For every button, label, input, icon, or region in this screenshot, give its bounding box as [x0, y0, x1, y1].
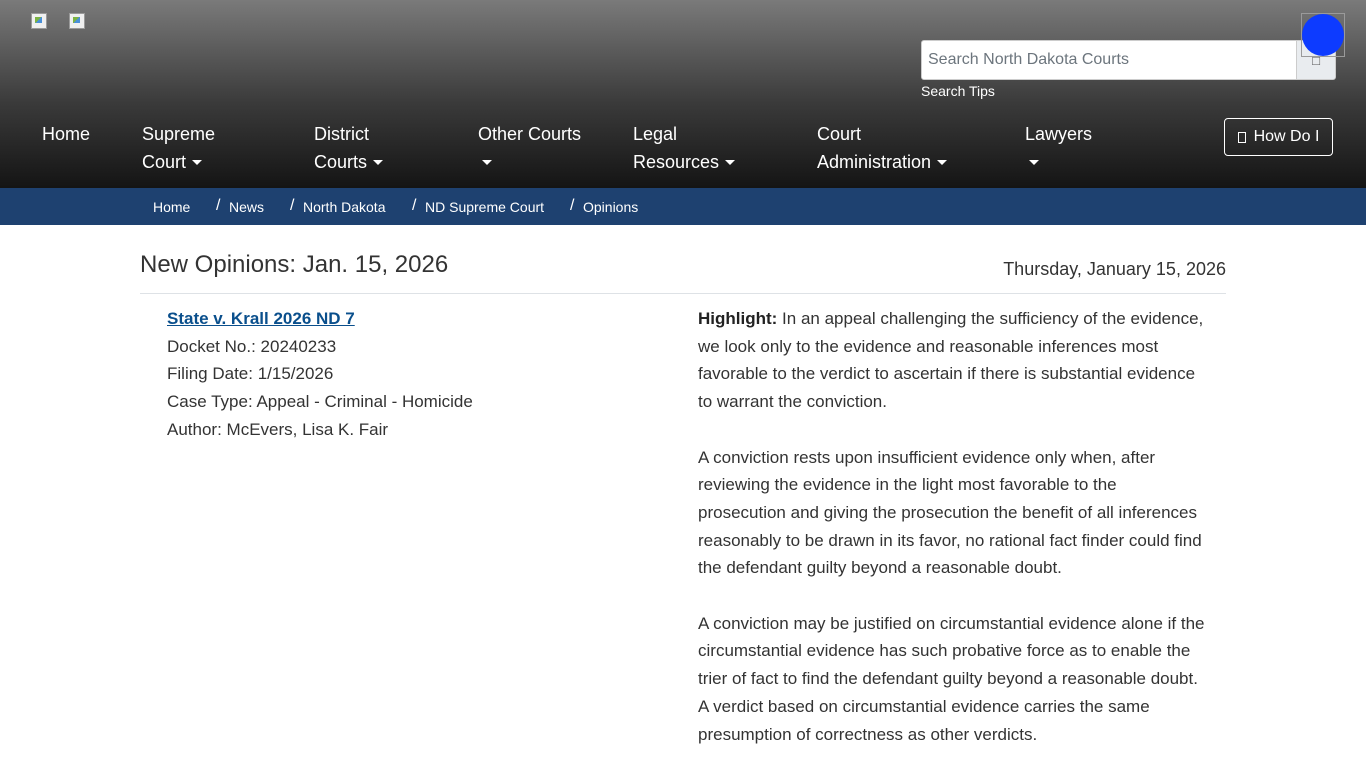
- floating-widget-button[interactable]: [1302, 14, 1344, 56]
- how-do-i-button[interactable]: How Do I: [1224, 118, 1333, 156]
- author: Author: McEvers, Lisa K. Fair: [167, 419, 389, 439]
- nav-home[interactable]: Home: [42, 120, 90, 148]
- breadcrumb-separator: /: [290, 197, 295, 214]
- nav-district-courts[interactable]: District Courts: [314, 120, 384, 176]
- search-bar: □: [921, 40, 1336, 80]
- breadcrumb-home[interactable]: Home: [153, 199, 190, 215]
- chevron-down-icon: [482, 160, 492, 165]
- chevron-down-icon: [192, 160, 203, 165]
- state-seal-logo[interactable]: [31, 13, 47, 29]
- chevron-down-icon: [373, 160, 384, 165]
- nav-label-line2: Courts: [314, 152, 368, 172]
- breadcrumb-opinions[interactable]: Opinions: [583, 199, 638, 215]
- search-input[interactable]: [921, 40, 1297, 80]
- courts-logo[interactable]: [69, 13, 85, 29]
- how-do-i-label: How Do I: [1253, 128, 1320, 145]
- nav-label-line1: Court: [817, 124, 862, 144]
- nav-label-line2: Administration: [817, 152, 932, 172]
- nav-supreme-court[interactable]: Supreme Court: [142, 120, 215, 176]
- chevron-down-icon: [937, 160, 948, 165]
- site-header: □ Search Tips Home Supreme Court Distric…: [0, 0, 1366, 188]
- question-icon: [1237, 131, 1246, 143]
- case-link[interactable]: State v. Krall 2026 ND 7: [167, 309, 355, 328]
- search-tips-link[interactable]: Search Tips: [921, 83, 995, 99]
- breadcrumb: Home / News / North Dakota / ND Supreme …: [0, 188, 1366, 225]
- nav-label-line1: Legal: [633, 124, 678, 144]
- opinion-details: State v. Krall 2026 ND 7 Docket No.: 202…: [167, 305, 473, 444]
- nav-home-label: Home: [42, 124, 91, 144]
- chevron-down-icon: [1029, 160, 1039, 165]
- nav-court-administration[interactable]: Court Administration: [817, 120, 948, 176]
- breadcrumb-nd-supreme-court[interactable]: ND Supreme Court: [425, 199, 544, 215]
- divider: [140, 293, 1226, 294]
- page-date: Thursday, January 15, 2026: [1003, 259, 1226, 279]
- breadcrumb-separator: /: [570, 197, 575, 214]
- nav-label-line1: Lawyers: [1025, 124, 1093, 144]
- breadcrumb-separator: /: [412, 197, 417, 214]
- nav-label-line1: District: [314, 124, 369, 144]
- nav-lawyers[interactable]: Lawyers: [1025, 120, 1092, 176]
- case-type: Case Type: Appeal - Criminal - Homicide: [167, 392, 473, 412]
- nav-label-line2: Court: [142, 152, 187, 172]
- nav-other-courts[interactable]: Other Courts: [478, 120, 581, 176]
- highlight-label: Highlight:: [698, 309, 778, 328]
- highlight-paragraph: A conviction rests upon insufficient evi…: [698, 447, 1202, 578]
- nav-legal-resources[interactable]: Legal Resources: [633, 120, 736, 176]
- highlight-paragraph: A conviction may be justified on circums…: [698, 613, 1205, 744]
- nav-label-line1: Supreme: [142, 124, 216, 144]
- filing-date: Filing Date: 1/15/2026: [167, 364, 334, 384]
- breadcrumb-news[interactable]: News: [229, 199, 264, 215]
- highlight-paragraph: Highlight: In an appeal challenging the …: [698, 305, 1208, 416]
- docket-number: Docket No.: 20240233: [167, 336, 337, 356]
- page-title: New Opinions: Jan. 15, 2026: [140, 251, 449, 278]
- nav-label-line2: Resources: [633, 152, 720, 172]
- chevron-down-icon: [725, 160, 736, 165]
- breadcrumb-north-dakota[interactable]: North Dakota: [303, 199, 385, 215]
- nav-label-line1: Other Courts: [478, 124, 582, 144]
- opinion-highlight: Highlight: In an appeal challenging the …: [698, 305, 1208, 776]
- breadcrumb-separator: /: [216, 197, 221, 214]
